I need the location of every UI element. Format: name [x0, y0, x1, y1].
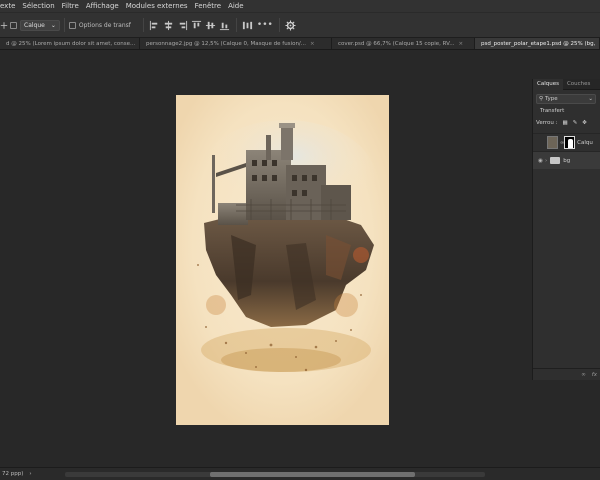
- layer-select-dropdown[interactable]: Calque ⌄: [20, 19, 60, 31]
- align-top-icon[interactable]: [190, 18, 204, 32]
- chevron-right-icon[interactable]: ›: [545, 158, 547, 164]
- eye-icon[interactable]: ◉: [536, 158, 545, 164]
- menu-item-filter[interactable]: Filtre: [58, 2, 82, 10]
- menu-item-view[interactable]: Affichage: [82, 2, 122, 10]
- chevron-down-icon: ⌄: [588, 96, 593, 102]
- close-icon[interactable]: ×: [458, 41, 463, 47]
- panel-tabs: Calques Couches: [533, 78, 600, 90]
- layer-thumbnail: [547, 136, 558, 149]
- align-center-icon[interactable]: [162, 18, 176, 32]
- canvas-area[interactable]: [0, 51, 530, 467]
- layer-filter-dropdown[interactable]: ⚲ Type ⌄: [536, 94, 596, 104]
- tab-label: psd_poster_polar_etape1.psd @ 25% (bg,: [481, 41, 596, 47]
- tab-layers[interactable]: Calques: [533, 78, 563, 90]
- distribute-icon[interactable]: [241, 18, 255, 32]
- fx-button[interactable]: fx: [592, 372, 597, 378]
- separator: [142, 18, 144, 32]
- tab-document-1[interactable]: d @ 25% (Lorem ipsum dolor sit amet, con…: [0, 38, 144, 49]
- menu-item-selection[interactable]: Sélection: [19, 2, 58, 10]
- align-left-icon[interactable]: [148, 18, 162, 32]
- mask-shape: [568, 139, 574, 148]
- search-icon: ⚲: [539, 96, 544, 102]
- layers-panel: Calques Couches ⚲ Type ⌄ Transfert Verro…: [532, 78, 600, 380]
- transform-options-label: Options de transf: [78, 21, 131, 29]
- layer-filter-row: ⚲ Type ⌄: [533, 93, 600, 105]
- chevron-right-icon[interactable]: ›: [29, 471, 31, 477]
- link-layers-icon[interactable]: ∞: [581, 372, 586, 378]
- layer-row[interactable]: ◉ › bg: [533, 151, 600, 169]
- more-options-icon[interactable]: •••: [255, 18, 275, 32]
- close-icon[interactable]: ×: [310, 41, 315, 47]
- lock-position-icon[interactable]: ✥: [582, 120, 587, 126]
- blend-mode-dropdown[interactable]: Transfert: [536, 108, 564, 114]
- auto-select-checkbox[interactable]: [10, 21, 17, 29]
- tab-label: d @ 25% (Lorem ipsum dolor sit amet, con…: [6, 41, 136, 47]
- tab-label: cover.psd @ 66,7% (Calque 15 copie, RV..…: [338, 41, 455, 47]
- blend-mode-row: Transfert: [533, 105, 600, 117]
- lock-pixels-icon[interactable]: ▦: [562, 120, 567, 126]
- separator: [63, 18, 65, 32]
- poster-artwork[interactable]: [176, 95, 389, 425]
- lock-row: Verrou : ▦ ✎ ✥: [533, 117, 600, 129]
- tab-cover[interactable]: cover.psd @ 66,7% (Calque 15 copie, RV..…: [332, 38, 475, 49]
- menu-item-text[interactable]: exte: [0, 2, 19, 10]
- tab-personnage2[interactable]: personnage2.jpg @ 12,5% (Calque 0, Masqu…: [140, 38, 332, 49]
- panel-footer: ∞ fx: [533, 368, 600, 380]
- align-middle-icon[interactable]: [204, 18, 218, 32]
- lock-paint-icon[interactable]: ✎: [573, 120, 578, 126]
- menu-item-help[interactable]: Aide: [225, 2, 247, 10]
- menu-item-window[interactable]: Fenêtre: [191, 2, 224, 10]
- scrollbar-thumb[interactable]: [210, 472, 415, 477]
- layer-row[interactable]: ∞ Calqu: [533, 133, 600, 151]
- document-info: 72 ppp): [2, 471, 24, 477]
- lock-label: Verrou :: [536, 120, 558, 126]
- gear-icon[interactable]: [284, 18, 298, 32]
- separator: [278, 18, 280, 32]
- transform-controls-checkbox[interactable]: [68, 21, 76, 29]
- document-tabs: d @ 25% (Lorem ipsum dolor sit amet, con…: [0, 38, 600, 50]
- move-tool-icon[interactable]: [0, 18, 8, 32]
- horizontal-scrollbar[interactable]: [65, 472, 485, 477]
- align-right-icon[interactable]: [176, 18, 190, 32]
- menu-bar: exte Sélection Filtre Affichage Modules …: [0, 0, 600, 12]
- tab-poster-polar[interactable]: psd_poster_polar_etape1.psd @ 25% (bg,: [475, 38, 600, 49]
- layer-name: Calqu: [577, 139, 593, 146]
- options-bar: Calque ⌄ Options de transf •••: [0, 12, 600, 38]
- filter-type-label: Type: [545, 96, 558, 102]
- status-bar: 72 ppp) ›: [0, 467, 600, 480]
- layer-mask-thumbnail[interactable]: [564, 136, 576, 149]
- menu-item-plugins[interactable]: Modules externes: [122, 2, 191, 10]
- separator: [235, 18, 237, 32]
- folder-icon: [550, 157, 561, 164]
- poster-image: [176, 95, 389, 425]
- chevron-down-icon: ⌄: [50, 21, 56, 29]
- align-bottom-icon[interactable]: [218, 18, 232, 32]
- layer-name: bg: [563, 157, 571, 164]
- tab-label: personnage2.jpg @ 12,5% (Calque 0, Masqu…: [146, 41, 307, 47]
- tab-channels[interactable]: Couches: [563, 79, 594, 90]
- layer-select-label: Calque: [24, 21, 45, 29]
